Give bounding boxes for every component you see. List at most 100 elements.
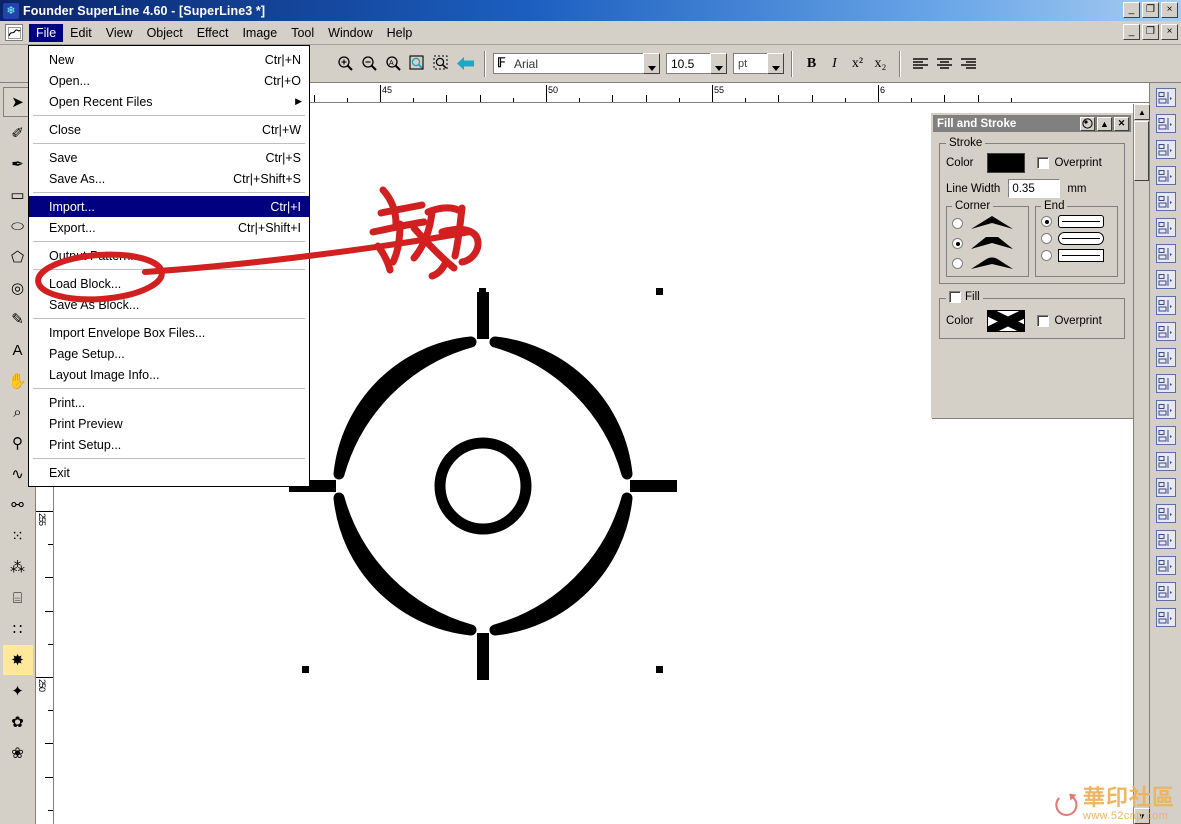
distribute-vertical-icon[interactable] (1153, 293, 1179, 318)
document-icon[interactable] (5, 24, 23, 41)
superscript-button[interactable]: x² (846, 52, 869, 75)
back-arrow-icon[interactable] (453, 52, 477, 76)
scatter-tool[interactable]: ⁙ (3, 521, 33, 551)
end-option-square[interactable] (1041, 249, 1112, 262)
menu-item-load-block[interactable]: Load Block... (29, 273, 309, 294)
space-evenly-icon[interactable] (1153, 449, 1179, 474)
corner-option-round[interactable] (952, 255, 1023, 271)
menu-tool[interactable]: Tool (284, 24, 321, 42)
pattern-tool[interactable]: ✿ (3, 707, 33, 737)
menu-item-page-setup[interactable]: Page Setup... (29, 343, 309, 364)
canvas-vertical-scrollbar[interactable]: ▲ ▼ (1133, 104, 1149, 824)
scroll-up-button[interactable]: ▲ (1134, 104, 1150, 120)
align-top-edges-icon[interactable] (1153, 189, 1179, 214)
fill-and-stroke-dialog[interactable]: Fill and Stroke ▲ ✕ Stroke Color Overpri… (931, 113, 1133, 418)
distribute-tool[interactable]: ∷ (3, 614, 33, 644)
stroke-color-swatch[interactable] (987, 153, 1025, 173)
font-name-field[interactable]: 𝔽 Arial (493, 53, 643, 74)
align-edge-bottom-icon[interactable] (1153, 527, 1179, 552)
center-page-horizontal-icon[interactable] (1153, 397, 1179, 422)
menu-item-close[interactable]: CloseCtr|+W (29, 119, 309, 140)
corner-round-radio[interactable] (952, 258, 963, 269)
menu-help[interactable]: Help (380, 24, 420, 42)
corner-bevel-radio[interactable] (952, 238, 963, 249)
subscript-button[interactable]: x₂ (869, 52, 892, 75)
menu-item-import-envelope-box-files[interactable]: Import Envelope Box Files... (29, 322, 309, 343)
font-size-field[interactable]: 10.5 (666, 53, 710, 74)
same-height-icon[interactable] (1153, 345, 1179, 370)
stroke-overprint-checkbox[interactable] (1037, 157, 1049, 169)
mdi-minimize-button[interactable]: _ (1123, 24, 1140, 40)
fill-overprint-checkbox[interactable] (1037, 315, 1049, 327)
align-center-icon[interactable] (932, 52, 956, 76)
zoom-marquee-icon[interactable] (429, 52, 453, 76)
corner-option-miter[interactable] (952, 215, 1023, 231)
file-menu-dropdown[interactable]: NewCtr|+NOpen...Ctr|+OOpen Recent Files▶… (28, 45, 310, 487)
group-tool[interactable]: ⌸ (3, 583, 33, 613)
menu-item-new[interactable]: NewCtr|+N (29, 49, 309, 70)
end-option-round[interactable] (1041, 232, 1112, 245)
zoom-out-icon[interactable] (357, 52, 381, 76)
menu-item-save[interactable]: SaveCtr|+S (29, 147, 309, 168)
end-option-butt[interactable] (1041, 215, 1112, 228)
align-left-icon[interactable] (908, 52, 932, 76)
distribute-horizontal-icon[interactable] (1153, 267, 1179, 292)
menu-item-print[interactable]: Print... (29, 392, 309, 413)
menu-image[interactable]: Image (235, 24, 284, 42)
minimize-button[interactable]: _ (1123, 2, 1140, 18)
flower-tool[interactable]: ❀ (3, 738, 33, 768)
menu-item-save-as-block[interactable]: Save As Block... (29, 294, 309, 315)
align-bottom-edges-icon[interactable] (1153, 241, 1179, 266)
mdi-close-button[interactable]: × (1161, 24, 1178, 40)
close-button[interactable]: × (1161, 2, 1178, 18)
menu-item-print-preview[interactable]: Print Preview (29, 413, 309, 434)
align-vertical-center-icon[interactable] (1153, 215, 1179, 240)
palette-icon[interactable] (1080, 117, 1095, 131)
push-right-icon[interactable] (1153, 579, 1179, 604)
font-unit-field[interactable]: pt (733, 53, 767, 74)
mdi-restore-button[interactable]: ❐ (1142, 24, 1159, 40)
menu-item-open-recent-files[interactable]: Open Recent Files▶ (29, 91, 309, 112)
menu-item-open[interactable]: Open...Ctr|+O (29, 70, 309, 91)
font-unit-dropdown-arrow[interactable] (767, 53, 784, 74)
align-edge-top-icon[interactable] (1153, 553, 1179, 578)
align-horizontal-center-icon[interactable] (1153, 137, 1179, 162)
cluster-tool[interactable]: ⁂ (3, 552, 33, 582)
menu-view[interactable]: View (99, 24, 140, 42)
fill-color-swatch-none[interactable] (987, 310, 1025, 332)
bold-button[interactable]: B (800, 52, 823, 75)
font-name-dropdown-arrow[interactable] (643, 53, 660, 74)
scrollbar-thumb[interactable] (1134, 121, 1149, 181)
menu-item-print-setup[interactable]: Print Setup... (29, 434, 309, 455)
effect-tool[interactable]: ✸ (3, 645, 33, 675)
magic-wand-tool[interactable]: ✦ (3, 676, 33, 706)
blend-tool[interactable]: ⚯ (3, 490, 33, 520)
italic-button[interactable]: I (823, 52, 846, 75)
menu-window[interactable]: Window (321, 24, 379, 42)
line-width-input[interactable]: 0.35 (1008, 179, 1060, 198)
push-left-icon[interactable] (1153, 605, 1179, 630)
restore-button[interactable]: ❐ (1142, 2, 1159, 18)
same-width-icon[interactable] (1153, 319, 1179, 344)
align-right-edges-icon[interactable] (1153, 163, 1179, 188)
menu-file[interactable]: File (29, 24, 63, 42)
corner-option-bevel[interactable] (952, 235, 1023, 251)
zoom-selection-icon[interactable] (405, 52, 429, 76)
corner-miter-radio[interactable] (952, 218, 963, 229)
menu-item-export[interactable]: Export...Ctr|+Shift+I (29, 217, 309, 238)
align-grid-icon[interactable] (1153, 85, 1179, 110)
menu-item-layout-image-info[interactable]: Layout Image Info... (29, 364, 309, 385)
align-right-icon[interactable] (956, 52, 980, 76)
end-round-radio[interactable] (1041, 233, 1052, 244)
menu-object[interactable]: Object (140, 24, 190, 42)
align-edge-left-icon[interactable] (1153, 475, 1179, 500)
same-size-icon[interactable] (1153, 371, 1179, 396)
menu-edit[interactable]: Edit (63, 24, 99, 42)
center-page-vertical-icon[interactable] (1153, 423, 1179, 448)
zoom-in-icon[interactable] (333, 52, 357, 76)
end-square-radio[interactable] (1041, 250, 1052, 261)
align-left-edges-icon[interactable] (1153, 111, 1179, 136)
menu-item-save-as[interactable]: Save As...Ctr|+Shift+S (29, 168, 309, 189)
end-butt-radio[interactable] (1041, 216, 1052, 227)
align-edge-center-icon[interactable] (1153, 501, 1179, 526)
